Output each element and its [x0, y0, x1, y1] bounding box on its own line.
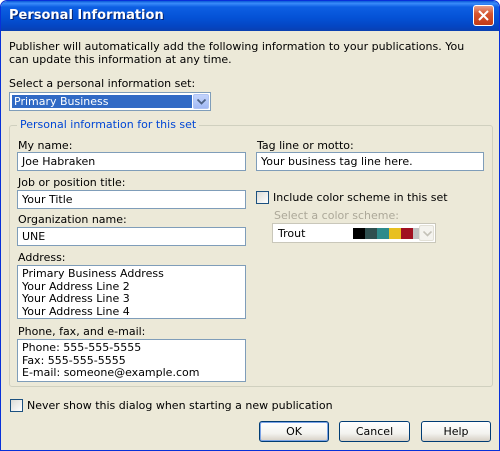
job-title-input[interactable]: Your Title: [17, 190, 246, 209]
intro-text: Publisher will automatically add the fol…: [9, 40, 465, 66]
personal-info-set-select[interactable]: Primary Business: [9, 92, 211, 111]
address-label: Address:: [18, 251, 66, 264]
group-legend: Personal information for this set: [17, 118, 200, 131]
swatch: [401, 228, 413, 239]
dialog-window: Personal Information Publisher will auto…: [0, 0, 500, 451]
include-color-scheme-label[interactable]: Include color scheme in this set: [273, 191, 448, 204]
cancel-button[interactable]: Cancel: [339, 421, 410, 442]
name-input[interactable]: Joe Habraken: [17, 152, 246, 171]
close-button[interactable]: [473, 5, 494, 26]
color-scheme-select[interactable]: Trout: [272, 223, 436, 243]
contact-textarea[interactable]: Phone: 555-555-5555 Fax: 555-555-5555 E-…: [17, 339, 246, 382]
never-show-label[interactable]: Never show this dialog when starting a n…: [27, 399, 333, 412]
address-textarea[interactable]: Primary Business Address Your Address Li…: [17, 265, 246, 319]
title-bar[interactable]: Personal Information: [1, 1, 499, 31]
swatch: [377, 228, 389, 239]
window-title: Personal Information: [9, 8, 164, 23]
organization-label: Organization name:: [18, 213, 127, 226]
job-title-label: Job or position title:: [18, 176, 126, 189]
swatch: [353, 228, 365, 239]
contact-label: Phone, fax, and e-mail:: [18, 325, 146, 338]
ok-button[interactable]: OK: [259, 421, 329, 442]
color-scheme-dropdown-button[interactable]: [419, 225, 434, 241]
swatch: [389, 228, 401, 239]
tagline-input[interactable]: Your business tag line here.: [256, 152, 484, 171]
never-show-checkbox[interactable]: [10, 399, 23, 412]
tagline-label: Tag line or motto:: [257, 139, 354, 152]
set-select-value: Primary Business: [12, 95, 192, 108]
name-label: My name:: [18, 139, 73, 152]
color-scheme-select-label: Select a color scheme:: [274, 209, 399, 222]
color-scheme-swatches: [353, 228, 425, 239]
help-button[interactable]: Help: [421, 421, 491, 442]
set-select-dropdown-button[interactable]: [193, 94, 209, 109]
set-select-label: Select a personal information set:: [9, 77, 196, 90]
organization-input[interactable]: UNE: [17, 227, 246, 246]
include-color-scheme-checkbox[interactable]: [256, 191, 269, 204]
swatch: [365, 228, 377, 239]
color-scheme-value: Trout: [278, 227, 306, 240]
